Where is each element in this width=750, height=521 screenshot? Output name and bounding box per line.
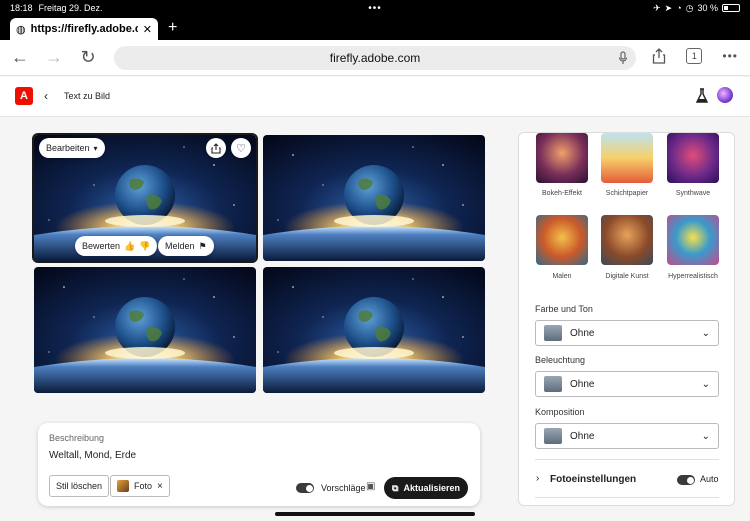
refresh-image-icon: ⧉ — [392, 482, 399, 493]
style-label: Hyperrealistisch — [668, 273, 718, 280]
alarm-icon: ◷ — [685, 2, 694, 13]
color-tone-select[interactable]: Ohne ⌄ — [535, 320, 719, 346]
photo-settings-label[interactable]: Fotoeinstellungen — [550, 474, 636, 485]
lighting-value: Ohne — [570, 378, 595, 390]
location-icon: ➤ — [664, 2, 673, 13]
upload-icon — [211, 142, 221, 154]
thumbs-down-icon[interactable]: 👎 — [139, 241, 150, 252]
adobe-logo-icon[interactable]: A — [15, 87, 33, 105]
style-tag-label: Foto — [134, 481, 153, 491]
settings-panel: Bokeh-Effekt Schichtpapier Synthwave Mal… — [518, 132, 735, 506]
new-tab-icon[interactable]: + — [168, 19, 177, 37]
suggestions-settings-icon[interactable]: ▣ — [366, 481, 375, 492]
report-button[interactable]: Melden ⚑ — [158, 236, 214, 256]
report-label: Melden — [165, 241, 195, 251]
chevron-down-icon: ▾ — [93, 143, 98, 153]
status-date: Freitag 29. Dez. — [38, 3, 103, 13]
style-label: Synthwave — [675, 190, 711, 197]
tab-url: https://firefly.adobe.com — [30, 23, 138, 35]
back-arrow-icon[interactable]: ← — [10, 47, 30, 68]
browser-tab[interactable]: ◍ https://firefly.adobe.com ✕ — [10, 18, 158, 40]
style-thumb-synthwave[interactable] — [667, 133, 719, 183]
battery-percent: 30 % — [697, 3, 718, 13]
globe-icon: ◍ — [16, 23, 26, 36]
toolbar-actions: 1 ••• — [652, 48, 738, 64]
style-thumb-digital-art[interactable] — [601, 215, 653, 265]
balloon-thumb-icon — [544, 428, 562, 444]
balloon-thumb-icon — [544, 376, 562, 392]
suggestions-toggle[interactable] — [296, 483, 314, 493]
composition-label: Komposition — [535, 407, 585, 417]
style-thumb-hyperrealistic[interactable] — [667, 215, 719, 265]
reload-icon[interactable]: ↻ — [78, 47, 98, 68]
auto-label: Auto — [700, 474, 719, 484]
more-options-icon[interactable]: ••• — [722, 49, 738, 63]
lighting-select[interactable]: Ohne ⌄ — [535, 371, 719, 397]
generated-image-4[interactable] — [263, 267, 485, 393]
balloon-thumb-icon — [544, 325, 562, 341]
update-button[interactable]: ⧉ Aktualisieren — [384, 477, 468, 499]
rate-label: Bewerten — [82, 241, 121, 251]
status-right: ✈ ➤ ◔ ◷ 30 % — [653, 3, 740, 14]
address-text: firefly.adobe.com — [329, 51, 421, 65]
flask-icon[interactable] — [696, 88, 708, 104]
app-header: A ‹ Text zu Bild — [0, 77, 750, 117]
page-title: Text zu Bild — [64, 91, 111, 101]
chevron-down-icon: ⌄ — [701, 327, 710, 339]
composition-value: Ohne — [570, 430, 595, 442]
browser-toolbar: ← → ↻ firefly.adobe.com 1 ••• — [0, 40, 750, 76]
edit-label: Bearbeiten — [46, 143, 90, 153]
close-tab-icon[interactable]: ✕ — [143, 23, 152, 36]
style-thumb-bokeh[interactable] — [536, 133, 588, 183]
status-time: 18:18 — [10, 3, 33, 13]
heart-icon: ♡ — [236, 142, 246, 155]
flag-icon: ⚑ — [198, 240, 207, 251]
airplane-icon: ✈ — [653, 2, 661, 13]
multitasking-dots-icon[interactable]: ••• — [368, 3, 382, 14]
style-thumb-layered-paper[interactable] — [601, 133, 653, 183]
remove-tag-icon[interactable]: × — [157, 481, 163, 492]
tab-strip: ◍ https://firefly.adobe.com ✕ + — [0, 16, 750, 40]
divider — [535, 497, 719, 498]
update-label: Aktualisieren — [403, 483, 460, 493]
rate-button[interactable]: Bewerten 👍 👎 — [75, 236, 158, 256]
edit-button[interactable]: Bearbeiten ▾ — [39, 138, 105, 158]
composition-select[interactable]: Ohne ⌄ — [535, 423, 719, 449]
forward-arrow-icon[interactable]: → — [44, 47, 64, 68]
chevron-down-icon: ⌄ — [701, 430, 710, 442]
chevron-right-icon[interactable]: › — [536, 473, 539, 484]
suggestions-label: Vorschläge — [321, 483, 366, 493]
wifi-icon: ◔ — [676, 3, 682, 13]
photo-settings-auto-toggle[interactable] — [677, 475, 695, 485]
divider — [535, 459, 719, 460]
avatar[interactable] — [717, 87, 733, 103]
thumbs-up-icon[interactable]: 👍 — [124, 241, 135, 252]
clear-style-label: Stil löschen — [56, 481, 103, 491]
prompt-label: Beschreibung — [49, 433, 105, 443]
share-icon[interactable] — [652, 48, 666, 64]
lighting-label: Beleuchtung — [535, 355, 586, 365]
share-image-button[interactable] — [206, 138, 226, 158]
style-thumb-painting[interactable] — [536, 215, 588, 265]
prompt-input[interactable]: Weltall, Mond, Erde — [49, 450, 136, 461]
home-indicator[interactable] — [275, 512, 475, 516]
address-bar[interactable]: firefly.adobe.com — [114, 46, 636, 70]
favorite-button[interactable]: ♡ — [231, 138, 251, 158]
style-tag-photo[interactable]: Foto × — [110, 475, 170, 497]
generated-image-2[interactable] — [263, 135, 485, 261]
generated-image-3[interactable] — [34, 267, 256, 393]
clear-style-button[interactable]: Stil löschen — [49, 475, 110, 497]
photo-thumb-icon — [117, 480, 129, 492]
microphone-icon[interactable] — [618, 51, 628, 65]
chevron-down-icon: ⌄ — [701, 378, 710, 390]
tab-count-button[interactable]: 1 — [686, 48, 703, 64]
color-tone-value: Ohne — [570, 327, 595, 339]
prompt-panel: Beschreibung Weltall, Mond, Erde Stil lö… — [38, 423, 480, 506]
battery-icon — [722, 4, 740, 12]
status-bar: 18:18 Freitag 29. Dez. ••• ✈ ➤ ◔ ◷ 30 % — [0, 0, 750, 16]
back-chevron-icon[interactable]: ‹ — [44, 89, 48, 103]
device-top-bar: 18:18 Freitag 29. Dez. ••• ✈ ➤ ◔ ◷ 30 % … — [0, 0, 750, 40]
color-tone-label: Farbe und Ton — [535, 304, 593, 314]
generated-image-1[interactable]: Bearbeiten ▾ ♡ Bewerten 👍 👎 Melden ⚑ — [32, 133, 258, 263]
